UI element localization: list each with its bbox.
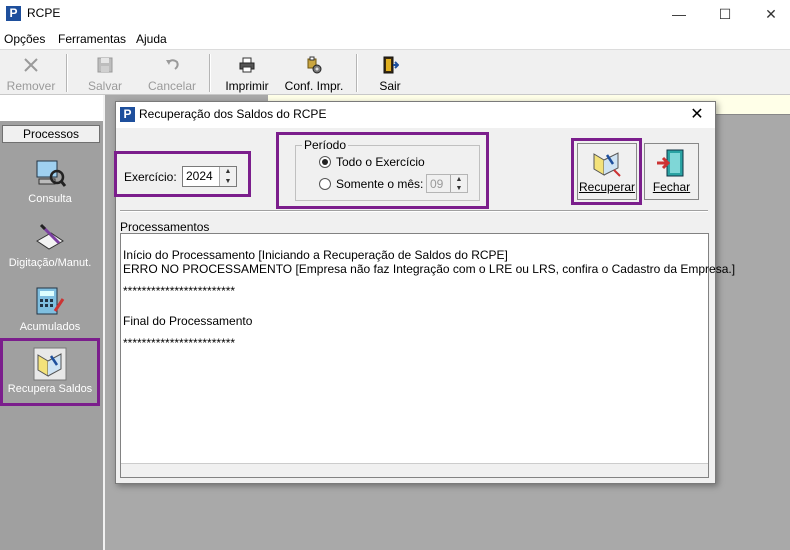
log-line: ************************ <box>123 284 236 298</box>
exercicio-spin-arrows[interactable]: ▲ ▼ <box>219 167 236 186</box>
printer-icon <box>239 57 255 73</box>
printer-config-icon <box>307 56 322 74</box>
app-logo-icon: P <box>6 6 21 21</box>
calculator-icon <box>36 287 65 315</box>
nav-digitacao-label: Digitação/Manut. <box>8 257 92 269</box>
salvar-button[interactable]: Salvar <box>78 52 132 94</box>
mes-spinner[interactable]: 09 ▲ ▼ <box>426 174 468 193</box>
dialog-close-button[interactable]: ✕ <box>685 104 709 126</box>
remover-label: Remover <box>6 79 56 93</box>
exercicio-spinner[interactable]: 2024 ▲ ▼ <box>182 166 237 187</box>
sair-label: Sair <box>379 79 401 93</box>
processos-header: Processos <box>2 125 100 143</box>
processos-panel: Processos Consulta Digitação/Manut. Acum… <box>0 121 103 550</box>
undo-icon <box>166 59 179 70</box>
conf-impr-label: Conf. Impr. <box>284 79 344 93</box>
recuperar-button[interactable]: Recuperar <box>577 143 637 200</box>
save-disk-icon <box>97 57 113 73</box>
imprimir-button[interactable]: Imprimir <box>220 52 274 94</box>
window-title: RCPE <box>27 6 61 20</box>
radio-somente-mes[interactable] <box>319 178 331 190</box>
log-line: Início do Processamento [Iniciando a Rec… <box>123 248 508 262</box>
menubar: Opções Ferramentas Ajuda <box>0 29 790 49</box>
recuperacao-dialog: P Recuperação dos Saldos do RCPE ✕ Exerc… <box>114 101 735 484</box>
radio-somente-mes-label[interactable]: Somente o mês: <box>336 177 423 191</box>
remover-button[interactable]: Remover <box>2 52 60 94</box>
dialog-titlebar: P Recuperação dos Saldos do RCPE ✕ <box>116 102 715 128</box>
periodo-title: Período <box>302 138 349 152</box>
exercicio-value: 2024 <box>186 169 213 183</box>
minimize-button[interactable]: — <box>656 0 702 28</box>
spin-up-icon[interactable]: ▲ <box>220 167 236 177</box>
nav-recupera-saldos-label: Recupera Saldos <box>7 383 93 395</box>
recupera-saldos-icon <box>33 347 67 381</box>
digitacao-icon <box>36 223 64 250</box>
salvar-label: Salvar <box>87 79 122 93</box>
fechar-button[interactable]: Fechar <box>644 143 699 200</box>
cancelar-button[interactable]: Cancelar <box>142 52 202 94</box>
conf-impr-button[interactable]: Conf. Impr. <box>280 52 348 94</box>
maximize-button[interactable]: ☐ <box>702 0 748 28</box>
cancelar-label: Cancelar <box>147 79 197 93</box>
dialog-separator <box>120 210 708 212</box>
menu-ajuda[interactable]: Ajuda <box>136 32 167 46</box>
nav-digitacao[interactable]: Digitação/Manut. <box>0 221 100 269</box>
mes-spin-arrows[interactable]: ▲ ▼ <box>450 175 467 192</box>
radio-todo-exercicio-label[interactable]: Todo o Exercício <box>336 155 425 169</box>
close-window-button[interactable]: ✕ <box>748 0 790 28</box>
toolbar-separator <box>356 54 358 92</box>
spin-down-icon[interactable]: ▼ <box>451 184 467 193</box>
toolbar-separator <box>209 54 211 92</box>
log-line: Final do Processamento <box>123 314 253 328</box>
log-line: ************************ <box>123 336 236 350</box>
nav-acumulados[interactable]: Acumulados <box>0 285 100 333</box>
dialog-app-icon: P <box>120 107 135 122</box>
nav-recupera-saldos[interactable]: Recupera Saldos <box>0 338 100 406</box>
menu-ferramentas[interactable]: Ferramentas <box>58 32 126 46</box>
sair-button[interactable]: Sair <box>370 52 410 94</box>
recuperar-icon <box>593 152 621 177</box>
recuperar-label: Recuperar <box>578 180 636 194</box>
dialog-title: Recuperação dos Saldos do RCPE <box>139 107 327 121</box>
log-line: ERRO NO PROCESSAMENTO [Empresa não faz I… <box>123 262 736 276</box>
consulta-icon <box>36 160 67 187</box>
nav-consulta-label: Consulta <box>28 193 72 205</box>
processamentos-log[interactable]: Início do Processamento [Iniciando a Rec… <box>120 233 735 478</box>
mes-value: 09 <box>430 177 444 191</box>
menu-opcoes[interactable]: Opções <box>4 32 45 46</box>
exit-door-icon <box>656 149 683 177</box>
exercicio-label: Exercício: <box>124 170 177 184</box>
remove-x-icon <box>24 58 38 72</box>
spin-down-icon[interactable]: ▼ <box>220 177 236 187</box>
toolbar-separator <box>66 54 68 92</box>
nav-acumulados-label: Acumulados <box>19 321 81 333</box>
exit-door-icon <box>383 56 399 74</box>
radio-todo-exercicio[interactable] <box>319 156 331 168</box>
nav-consulta[interactable]: Consulta <box>0 157 100 205</box>
imprimir-label: Imprimir <box>225 79 269 93</box>
spin-up-icon[interactable]: ▲ <box>451 175 467 184</box>
main-titlebar: P RCPE — ☐ ✕ <box>0 0 790 28</box>
log-horizontal-scrollbar[interactable] <box>121 463 708 477</box>
fechar-label: Fechar <box>652 180 691 194</box>
toolbar: Remover Salvar Cancelar Imprimir Conf. I… <box>0 49 790 95</box>
processamentos-label: Processamentos <box>120 220 210 234</box>
